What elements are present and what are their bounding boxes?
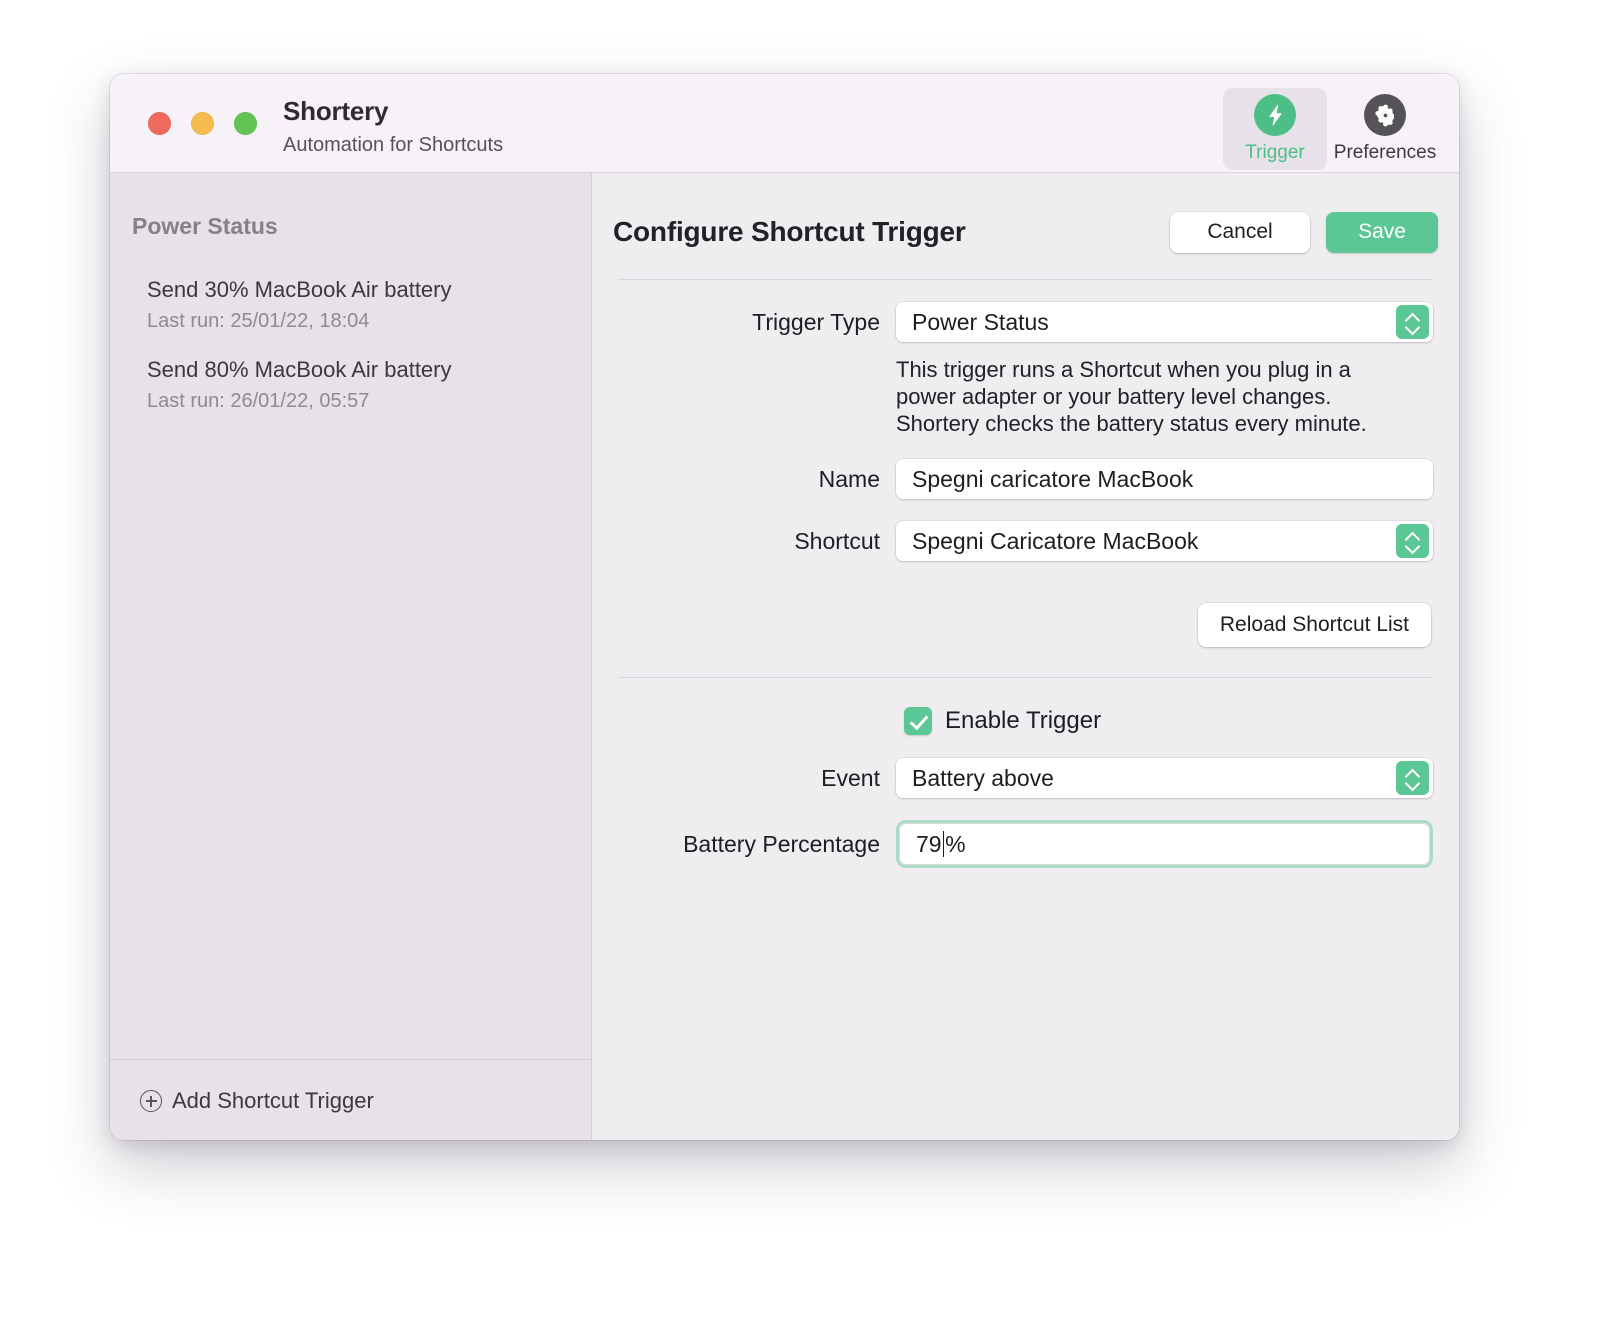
battery-percentage-row: Battery Percentage 79% bbox=[618, 820, 1433, 868]
traffic-lights bbox=[148, 112, 257, 135]
shortcut-value: Spegni Caricatore MacBook bbox=[912, 527, 1199, 554]
minimize-window-button[interactable] bbox=[191, 112, 214, 135]
toolbar-label-preferences: Preferences bbox=[1333, 142, 1437, 163]
trigger-list: Send 30% MacBook Air battery Last run: 2… bbox=[110, 265, 591, 425]
main-header: Configure Shortcut Trigger Cancel Save bbox=[610, 203, 1441, 261]
add-shortcut-trigger-button[interactable]: Add Shortcut Trigger bbox=[140, 1088, 591, 1114]
battery-percentage-value: 79 bbox=[916, 830, 942, 857]
list-item[interactable]: Send 30% MacBook Air battery Last run: 2… bbox=[110, 265, 591, 345]
reload-shortcut-list-button[interactable]: Reload Shortcut List bbox=[1197, 603, 1431, 647]
sidebar: Power Status Send 30% MacBook Air batter… bbox=[110, 173, 592, 1140]
page-title: Configure Shortcut Trigger bbox=[613, 216, 966, 247]
text-caret bbox=[942, 831, 945, 857]
chevron-updown-icon[interactable] bbox=[1396, 761, 1429, 795]
enable-trigger-label: Enable Trigger bbox=[945, 707, 1102, 734]
toolbar-item-preferences[interactable]: Preferences bbox=[1333, 88, 1437, 170]
shortcut-label: Shortcut bbox=[794, 528, 880, 554]
sidebar-section-header: Power Status bbox=[132, 213, 278, 239]
event-select[interactable]: Battery above bbox=[896, 758, 1433, 798]
chevron-down-icon bbox=[1406, 780, 1419, 787]
trigger-settings-section: Trigger Type Power Status This trigger r… bbox=[610, 302, 1441, 647]
name-label: Name bbox=[818, 466, 880, 492]
sidebar-scroll-area[interactable]: Power Status Send 30% MacBook Air batter… bbox=[110, 173, 591, 1059]
event-row: Event Battery above bbox=[618, 758, 1433, 798]
add-shortcut-trigger-label: Add Shortcut Trigger bbox=[172, 1088, 374, 1113]
enable-trigger-checkbox[interactable] bbox=[904, 707, 932, 735]
reload-row: Reload Shortcut List bbox=[896, 603, 1433, 647]
list-item[interactable]: Send 80% MacBook Air battery Last run: 2… bbox=[110, 345, 591, 425]
app-subtitle: Automation for Shortcuts bbox=[283, 134, 504, 156]
trigger-type-label: Trigger Type bbox=[752, 309, 880, 335]
shortcut-select[interactable]: Spegni Caricatore MacBook bbox=[896, 521, 1433, 561]
window-body: Power Status Send 30% MacBook Air batter… bbox=[110, 173, 1459, 1140]
reload-row-wrap: Reload Shortcut List bbox=[618, 583, 1433, 647]
main-panel: Configure Shortcut Trigger Cancel Save T… bbox=[592, 173, 1459, 1140]
chevron-updown-icon[interactable] bbox=[1396, 524, 1429, 558]
battery-percentage-field-wrap: 79% bbox=[896, 820, 1433, 868]
header-buttons: Cancel Save bbox=[1170, 211, 1438, 253]
toolbar-item-trigger[interactable]: Trigger bbox=[1223, 88, 1327, 170]
toolbar-label-trigger: Trigger bbox=[1245, 142, 1305, 163]
app-title: Shortery bbox=[283, 96, 389, 126]
name-field-wrap: Spegni caricatore MacBook bbox=[896, 459, 1433, 499]
trigger-last-run: Last run: 26/01/22, 05:57 bbox=[147, 390, 370, 412]
lightning-bolt-icon bbox=[1254, 94, 1296, 136]
enable-trigger-row[interactable]: Enable Trigger bbox=[618, 706, 1433, 736]
chevron-down-icon bbox=[1406, 543, 1419, 550]
reload-field: Reload Shortcut List bbox=[896, 583, 1433, 647]
plus-circle-icon bbox=[140, 1090, 162, 1112]
helper-field: This trigger runs a Shortcut when you pl… bbox=[896, 342, 1433, 437]
trigger-name: Send 80% MacBook Air battery bbox=[147, 357, 452, 382]
maximize-window-button[interactable] bbox=[234, 112, 257, 135]
chevron-down-icon bbox=[1406, 324, 1419, 331]
sidebar-footer: Add Shortcut Trigger bbox=[110, 1059, 591, 1140]
shortcut-row: Shortcut Spegni Caricatore MacBook bbox=[618, 521, 1433, 561]
trigger-helper-text: This trigger runs a Shortcut when you pl… bbox=[896, 357, 1367, 436]
trigger-name: Send 30% MacBook Air battery bbox=[147, 277, 452, 302]
battery-percentage-focus-ring: 79% bbox=[896, 820, 1433, 868]
desktop-background: Shortery Automation for Shortcuts Trigge… bbox=[0, 0, 1624, 1328]
battery-percentage-suffix: % bbox=[945, 830, 966, 857]
trigger-last-run: Last run: 25/01/22, 18:04 bbox=[147, 310, 370, 332]
window-titlebar: Shortery Automation for Shortcuts Trigge… bbox=[110, 74, 1459, 173]
trigger-type-select[interactable]: Power Status bbox=[896, 302, 1433, 342]
shortcut-field-wrap: Spegni Caricatore MacBook bbox=[896, 521, 1433, 561]
event-label: Event bbox=[821, 765, 880, 791]
battery-percentage-input[interactable]: 79% bbox=[900, 824, 1429, 864]
trigger-type-field: Power Status bbox=[896, 302, 1433, 342]
cancel-button[interactable]: Cancel bbox=[1170, 211, 1310, 253]
trigger-type-row: Trigger Type Power Status bbox=[618, 302, 1433, 342]
app-title-block: Shortery Automation for Shortcuts bbox=[283, 94, 503, 160]
close-window-button[interactable] bbox=[148, 112, 171, 135]
event-value: Battery above bbox=[912, 764, 1054, 791]
window-toolbar: Trigger Preferences bbox=[1223, 88, 1437, 170]
section-divider bbox=[618, 677, 1433, 678]
trigger-type-value: Power Status bbox=[912, 308, 1049, 335]
name-value: Spegni caricatore MacBook bbox=[912, 465, 1194, 492]
name-input[interactable]: Spegni caricatore MacBook bbox=[896, 459, 1433, 499]
event-field-wrap: Battery above bbox=[896, 758, 1433, 798]
gear-icon bbox=[1364, 94, 1406, 136]
app-window: Shortery Automation for Shortcuts Trigge… bbox=[110, 74, 1459, 1140]
event-settings-section: Enable Trigger Event Battery above Batte… bbox=[610, 706, 1441, 868]
trigger-helper-row: This trigger runs a Shortcut when you pl… bbox=[618, 342, 1433, 437]
header-divider bbox=[618, 279, 1433, 280]
save-button[interactable]: Save bbox=[1326, 211, 1438, 253]
name-row: Name Spegni caricatore MacBook bbox=[618, 459, 1433, 499]
chevron-updown-icon[interactable] bbox=[1396, 305, 1429, 339]
battery-percentage-label: Battery Percentage bbox=[683, 831, 880, 857]
